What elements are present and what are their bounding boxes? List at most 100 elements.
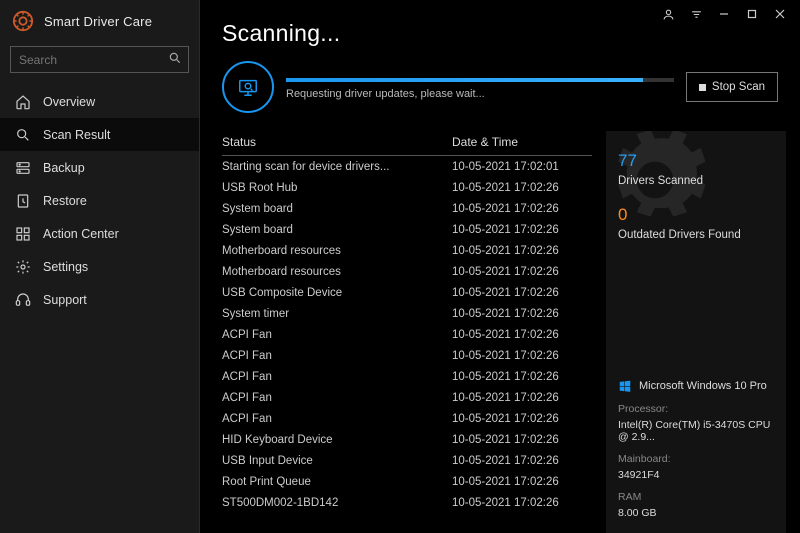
row-datetime: 10-05-2021 17:02:26 bbox=[452, 371, 592, 383]
table-row[interactable]: ACPI Fan10-05-2021 17:02:26 bbox=[222, 345, 592, 366]
row-datetime: 10-05-2021 17:02:26 bbox=[452, 308, 592, 320]
sidebar-item-backup[interactable]: Backup bbox=[0, 151, 199, 184]
progress-text: Requesting driver updates, please wait..… bbox=[286, 88, 674, 100]
table-row[interactable]: USB Root Hub10-05-2021 17:02:26 bbox=[222, 177, 592, 198]
app-title-text: Smart Driver Care bbox=[44, 14, 152, 29]
drivers-scanned-label: Drivers Scanned bbox=[618, 175, 774, 187]
row-datetime: 10-05-2021 17:02:26 bbox=[452, 434, 592, 446]
page-title: Scanning... bbox=[222, 20, 778, 47]
stop-scan-label: Stop Scan bbox=[712, 81, 765, 93]
row-status: ST500DM002-1BD142 bbox=[222, 497, 452, 509]
maximize-button[interactable] bbox=[738, 4, 766, 24]
row-datetime: 10-05-2021 17:02:26 bbox=[452, 413, 592, 425]
row-status: ACPI Fan bbox=[222, 350, 452, 362]
row-datetime: 10-05-2021 17:02:26 bbox=[452, 476, 592, 488]
table-row[interactable]: Starting scan for device drivers...10-05… bbox=[222, 156, 592, 177]
mainboard-key: Mainboard: bbox=[618, 453, 774, 465]
row-datetime: 10-05-2021 17:02:01 bbox=[452, 161, 592, 173]
table-row[interactable]: USB Composite Device10-05-2021 17:02:26 bbox=[222, 282, 592, 303]
table-row[interactable]: Root Print Queue10-05-2021 17:02:26 bbox=[222, 471, 592, 492]
row-status: ACPI Fan bbox=[222, 371, 452, 383]
window-controls bbox=[654, 4, 794, 24]
table-row[interactable]: ACPI Fan10-05-2021 17:02:26 bbox=[222, 366, 592, 387]
search-icon[interactable] bbox=[168, 51, 182, 65]
processor-value: Intel(R) Core(TM) i5-3470S CPU @ 2.9... bbox=[618, 419, 774, 443]
table-row[interactable]: HID Keyboard Device10-05-2021 17:02:26 bbox=[222, 429, 592, 450]
row-datetime: 10-05-2021 17:02:26 bbox=[452, 392, 592, 404]
table-row[interactable]: Motherboard resources10-05-2021 17:02:26 bbox=[222, 261, 592, 282]
row-datetime: 10-05-2021 17:02:26 bbox=[452, 329, 592, 341]
sidebar-item-overview[interactable]: Overview bbox=[0, 85, 199, 118]
row-status: Starting scan for device drivers... bbox=[222, 161, 452, 173]
row-datetime: 10-05-2021 17:02:26 bbox=[452, 224, 592, 236]
scan-result-icon bbox=[14, 126, 31, 143]
row-datetime: 10-05-2021 17:02:26 bbox=[452, 245, 592, 257]
row-status: ACPI Fan bbox=[222, 392, 452, 404]
row-status: Root Print Queue bbox=[222, 476, 452, 488]
drivers-scanned-count: 77 bbox=[618, 151, 774, 171]
table-row[interactable]: USB Input Device10-05-2021 17:02:26 bbox=[222, 450, 592, 471]
sidebar-item-action-center[interactable]: Action Center bbox=[0, 217, 199, 250]
stats-panel: 77 Drivers Scanned 0 Outdated Drivers Fo… bbox=[606, 131, 786, 533]
table-row[interactable]: System board10-05-2021 17:02:26 bbox=[222, 198, 592, 219]
search-input-wrap bbox=[10, 46, 189, 73]
row-status: USB Composite Device bbox=[222, 287, 452, 299]
close-button[interactable] bbox=[766, 4, 794, 24]
sidebar-item-label: Restore bbox=[43, 194, 87, 208]
column-header-status[interactable]: Status bbox=[222, 135, 452, 149]
user-icon[interactable] bbox=[654, 4, 682, 24]
progress-bar bbox=[286, 78, 674, 82]
menu-icon[interactable] bbox=[682, 4, 710, 24]
settings-icon bbox=[14, 258, 31, 275]
restore-icon bbox=[14, 192, 31, 209]
table-row[interactable]: ACPI Fan10-05-2021 17:02:26 bbox=[222, 408, 592, 429]
row-datetime: 10-05-2021 17:02:26 bbox=[452, 182, 592, 194]
row-status: USB Input Device bbox=[222, 455, 452, 467]
sidebar-item-settings[interactable]: Settings bbox=[0, 250, 199, 283]
row-datetime: 10-05-2021 17:02:26 bbox=[452, 203, 592, 215]
row-status: Motherboard resources bbox=[222, 266, 452, 278]
table-row[interactable]: System timer10-05-2021 17:02:26 bbox=[222, 303, 592, 324]
row-datetime: 10-05-2021 17:02:26 bbox=[452, 350, 592, 362]
row-status: USB Root Hub bbox=[222, 182, 452, 194]
sidebar-item-support[interactable]: Support bbox=[0, 283, 199, 316]
row-status: ACPI Fan bbox=[222, 329, 452, 341]
stop-icon bbox=[699, 84, 706, 91]
app-title: Smart Driver Care bbox=[0, 0, 199, 46]
sidebar-item-label: Support bbox=[43, 293, 87, 307]
table-row[interactable]: ACPI Fan10-05-2021 17:02:26 bbox=[222, 387, 592, 408]
row-status: Motherboard resources bbox=[222, 245, 452, 257]
outdated-count: 0 bbox=[618, 205, 774, 225]
table-row[interactable]: ACPI Fan10-05-2021 17:02:26 bbox=[222, 324, 592, 345]
row-datetime: 10-05-2021 17:02:26 bbox=[452, 266, 592, 278]
support-icon bbox=[14, 291, 31, 308]
row-datetime: 10-05-2021 17:02:26 bbox=[452, 287, 592, 299]
os-name: Microsoft Windows 10 Pro bbox=[639, 380, 767, 392]
row-status: System board bbox=[222, 203, 452, 215]
row-datetime: 10-05-2021 17:02:26 bbox=[452, 497, 592, 509]
table-row[interactable]: Motherboard resources10-05-2021 17:02:26 bbox=[222, 240, 592, 261]
minimize-button[interactable] bbox=[710, 4, 738, 24]
sidebar-item-scan-result[interactable]: Scan Result bbox=[0, 118, 199, 151]
row-status: ACPI Fan bbox=[222, 413, 452, 425]
overview-icon bbox=[14, 93, 31, 110]
ram-value: 8.00 GB bbox=[618, 507, 774, 519]
sidebar-item-label: Settings bbox=[43, 260, 88, 274]
table-row[interactable]: ST500DM002-1BD14210-05-2021 17:02:26 bbox=[222, 492, 592, 513]
row-status: System board bbox=[222, 224, 452, 236]
search-input[interactable] bbox=[10, 46, 189, 73]
nav-list: Overview Scan Result Backup Restore Action C… bbox=[0, 85, 199, 316]
column-header-datetime[interactable]: Date & Time bbox=[452, 135, 592, 149]
stop-scan-button[interactable]: Stop Scan bbox=[686, 72, 778, 102]
outdated-label: Outdated Drivers Found bbox=[618, 229, 774, 241]
sidebar-item-label: Backup bbox=[43, 161, 85, 175]
scan-badge-icon bbox=[222, 61, 274, 113]
sidebar-item-label: Overview bbox=[43, 95, 95, 109]
ram-key: RAM bbox=[618, 491, 774, 503]
sidebar-item-restore[interactable]: Restore bbox=[0, 184, 199, 217]
scan-log-body[interactable]: Starting scan for device drivers...10-05… bbox=[222, 156, 592, 533]
table-row[interactable]: System board10-05-2021 17:02:26 bbox=[222, 219, 592, 240]
mainboard-value: 34921F4 bbox=[618, 469, 774, 481]
row-status: HID Keyboard Device bbox=[222, 434, 452, 446]
row-datetime: 10-05-2021 17:02:26 bbox=[452, 455, 592, 467]
